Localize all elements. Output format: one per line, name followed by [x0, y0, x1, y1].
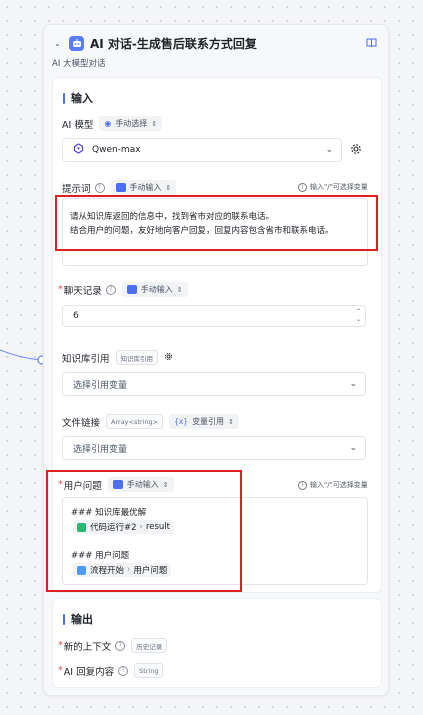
robot-icon: ◉ [104, 119, 112, 128]
prompt-source-select[interactable]: 手动输入 ⇕ [110, 180, 177, 195]
variable-braces-icon: {x} [174, 417, 189, 426]
ai-model-label: AI 模型 ◉ 手动选择 ⇕ [62, 116, 163, 131]
node-title: AI 对话-生成售后联系方式回复 [90, 37, 257, 51]
model-select[interactable]: Qwen-max ⌄ [62, 138, 342, 162]
array-type-tag: Array<string> [106, 414, 164, 429]
updown-icon: ⇕ [151, 119, 158, 128]
help-icon[interactable]: ? [118, 665, 129, 676]
file-link-source-select[interactable]: {x} 变量引用 ⇕ [169, 414, 239, 429]
help-icon[interactable]: ? [94, 182, 105, 193]
file-link-label: 文件链接 Array<string> {x} 变量引用 ⇕ [62, 414, 239, 429]
model-source-select[interactable]: ◉ 手动选择 ⇕ [99, 116, 163, 131]
updown-icon: ⇕ [176, 285, 183, 294]
knowledge-settings-gear-icon[interactable] [164, 352, 173, 364]
book-icon[interactable] [366, 38, 377, 51]
new-context-label: * 新的上下文 ? 历史记录 [58, 638, 168, 653]
ai-reply-label: * AI 回复内容 ? String [58, 663, 164, 678]
info-icon: i [298, 182, 307, 192]
help-icon[interactable]: ? [115, 640, 126, 651]
chat-history-stepper[interactable]: 6 ⌃ ⌄ [62, 305, 366, 327]
file-link-variable-select[interactable]: 选择引用变量 ⌄ [62, 436, 366, 460]
info-icon: i [298, 480, 307, 490]
chevron-down-icon: ⌄ [349, 379, 357, 389]
required-mark: * [58, 665, 63, 676]
node-subtitle: AI 大模型对话 [52, 59, 106, 69]
input-mode-icon [115, 183, 126, 192]
knowledge-tag: 知识库引用 [115, 350, 159, 365]
chevron-down-icon: ⌄ [325, 145, 333, 155]
prompt-highlight-box [55, 195, 378, 251]
required-mark: * [58, 284, 63, 295]
collapse-chevron-icon[interactable]: ⌄ [54, 39, 61, 48]
history-source-select[interactable]: 手动输入 ⇕ [121, 282, 188, 297]
ai-node-icon [69, 36, 84, 51]
chevron-down-icon: ⌄ [349, 443, 357, 453]
updown-icon: ⇕ [228, 417, 234, 426]
model-settings-gear-icon[interactable] [350, 143, 362, 158]
user-question-variable-hint: i 输入"/"可选择变量 [298, 480, 368, 490]
required-mark: * [58, 640, 63, 651]
prompt-variable-hint: i 输入"/"可选择变量 [298, 182, 368, 192]
prompt-label: 提示词 ? 手动输入 ⇕ [62, 180, 177, 195]
stepper-arrows-icon[interactable]: ⌃ ⌄ [356, 308, 361, 324]
input-mode-icon [126, 285, 137, 294]
string-type-tag: String [134, 663, 164, 678]
qwen-logo-icon [73, 143, 84, 157]
input-section-title: 输入 [63, 90, 93, 106]
chat-history-label: * 聊天记录 ? 手动输入 ⇕ [58, 282, 188, 297]
knowledge-variable-select[interactable]: 选择引用变量 ⌄ [62, 372, 366, 396]
updown-icon: ⇕ [165, 183, 172, 192]
history-record-tag: 历史记录 [131, 638, 168, 653]
help-icon[interactable]: ? [105, 284, 116, 295]
user-question-highlight-box [46, 470, 242, 592]
output-section-title: 输出 [63, 611, 93, 627]
knowledge-label: 知识库引用 知识库引用 [62, 350, 173, 365]
